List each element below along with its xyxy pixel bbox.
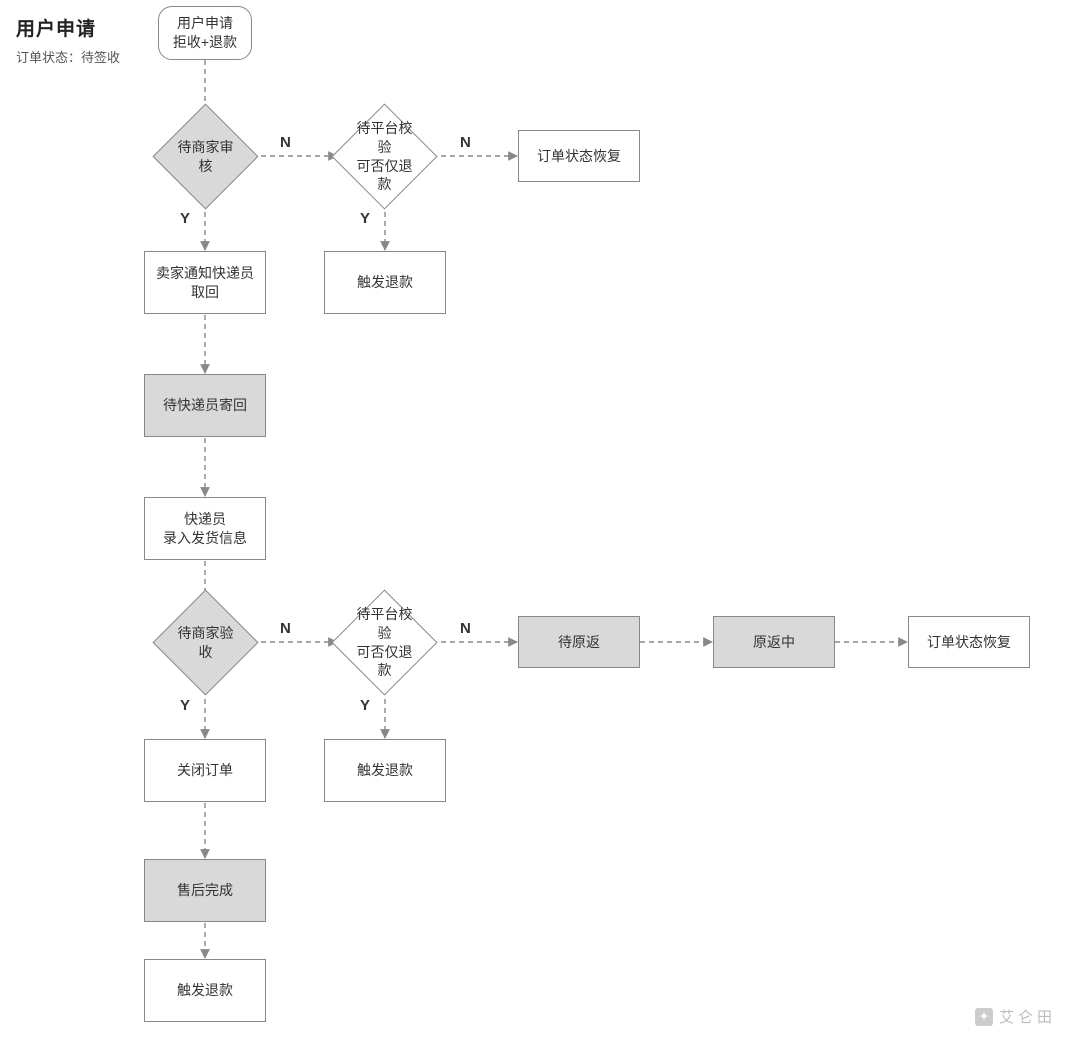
diagram-title: 用户申请 xyxy=(16,14,120,41)
node-merchant-inspect: 待商家验收 xyxy=(168,605,243,680)
diagram-subtitle: 订单状态：待签收 xyxy=(16,47,120,66)
node-refund-3: 触发退款 xyxy=(144,959,266,1022)
node-aftersale-done: 售后完成 xyxy=(144,859,266,922)
node-restore-1: 订单状态恢复 xyxy=(518,130,640,182)
node-platform-check-2: 待平台校验可否仅退款 xyxy=(347,605,422,680)
node-notify-courier: 卖家通知快递员取回 xyxy=(144,251,266,314)
node-platform-check-1: 待平台校验可否仅退款 xyxy=(347,119,422,194)
node-refund-2: 触发退款 xyxy=(324,739,446,802)
label-d3-yes: Y xyxy=(180,697,190,714)
label-d3-no: N xyxy=(280,620,291,637)
node-start: 用户申请拒收+退款 xyxy=(158,6,252,60)
node-close-order: 关闭订单 xyxy=(144,739,266,802)
label-d2-yes: Y xyxy=(360,210,370,227)
node-restore-2: 订单状态恢复 xyxy=(908,616,1030,668)
label-d4-no: N xyxy=(460,620,471,637)
node-wait-courier-return: 待快递员寄回 xyxy=(144,374,266,437)
label-d4-yes: Y xyxy=(360,697,370,714)
wechat-icon: ✦ xyxy=(975,1008,993,1026)
diagram-header: 用户申请 订单状态：待签收 xyxy=(16,14,120,66)
label-d1-yes: Y xyxy=(180,210,190,227)
node-merchant-review: 待商家审核 xyxy=(168,119,243,194)
node-returning: 原返中 xyxy=(713,616,835,668)
node-enter-shipping: 快递员录入发货信息 xyxy=(144,497,266,560)
watermark: ✦ 艾仑田 xyxy=(975,1006,1056,1027)
node-wait-return: 待原返 xyxy=(518,616,640,668)
label-d1-no: N xyxy=(280,134,291,151)
watermark-text: 艾仑田 xyxy=(999,1006,1056,1027)
node-refund-1: 触发退款 xyxy=(324,251,446,314)
label-d2-no: N xyxy=(460,134,471,151)
